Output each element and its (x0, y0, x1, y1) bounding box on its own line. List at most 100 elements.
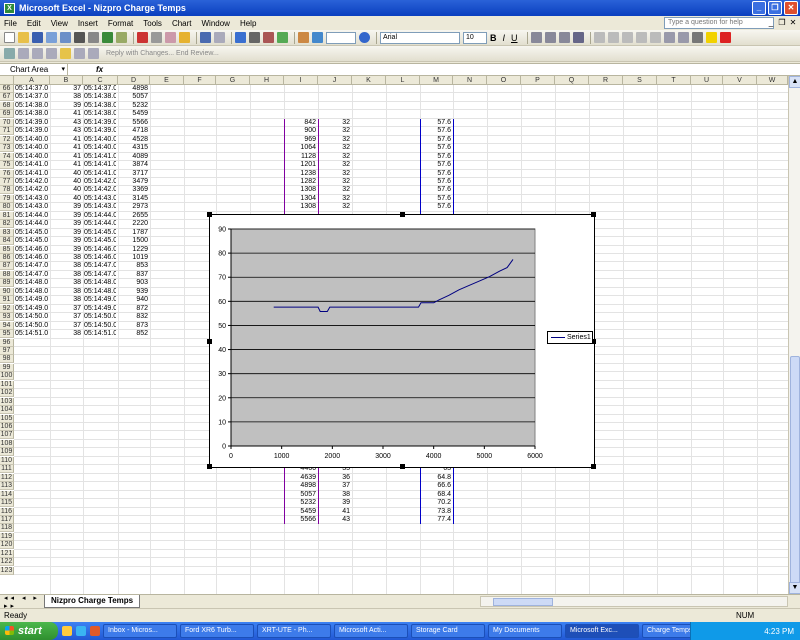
row-header[interactable]: 80 (0, 203, 14, 212)
column-header-b[interactable]: B (50, 76, 83, 85)
table-cell[interactable]: 05:14:51.0 (15, 330, 48, 338)
table-cell[interactable]: 05:14:49.0 (15, 305, 48, 313)
italic-button[interactable]: I (503, 33, 506, 43)
table-cell[interactable]: 32 (319, 144, 350, 152)
select-all-corner[interactable] (0, 76, 14, 85)
table-cell[interactable]: 38 (51, 262, 81, 270)
chart-resize-handle[interactable] (207, 339, 212, 344)
table-cell[interactable]: 837 (119, 271, 148, 279)
table-cell[interactable]: 05:14:39.0 (84, 119, 116, 127)
table-cell[interactable]: 05:14:46.0 (84, 246, 116, 254)
table-cell[interactable]: 37 (319, 482, 350, 490)
table-cell[interactable]: 05:14:40.0 (15, 136, 48, 144)
menu-file[interactable]: File (4, 19, 17, 28)
menu-format[interactable]: Format (108, 19, 133, 28)
horizontal-scroll-thumb[interactable] (493, 598, 553, 606)
column-header-l[interactable]: L (386, 76, 420, 85)
table-cell[interactable]: 05:14:48.0 (15, 288, 48, 296)
column-header-v[interactable]: V (723, 76, 757, 85)
chart-resize-handle[interactable] (207, 212, 212, 217)
table-cell[interactable]: 05:14:46.0 (15, 254, 48, 262)
align-right-icon[interactable] (558, 32, 570, 43)
table-cell[interactable]: 5057 (119, 93, 148, 101)
table-cell[interactable]: 05:14:47.0 (84, 271, 116, 279)
table-cell[interactable]: 842 (285, 119, 316, 127)
menu-insert[interactable]: Insert (78, 19, 98, 28)
bold-button[interactable]: B (490, 33, 497, 43)
quicklaunch-browser-icon[interactable] (76, 626, 86, 636)
new-icon[interactable] (4, 32, 15, 43)
table-cell[interactable]: 4898 (119, 85, 148, 93)
column-header-d[interactable]: D (118, 76, 150, 85)
table-cell[interactable]: 05:14:43.0 (84, 195, 116, 203)
doc-restore-button[interactable]: ❐ (777, 17, 787, 28)
row-header[interactable]: 108 (0, 439, 14, 448)
permission-icon[interactable] (46, 32, 57, 43)
copy-icon[interactable] (151, 32, 162, 43)
align-center-icon[interactable] (544, 32, 556, 43)
help-search-input[interactable]: Type a question for help (664, 17, 774, 29)
column-header-g[interactable]: G (216, 76, 250, 85)
table-cell[interactable]: 05:14:38.0 (84, 93, 116, 101)
task-microsoft-activesync[interactable]: Microsoft Acti... (334, 624, 408, 638)
font-select[interactable]: Arial (380, 31, 460, 44)
sort-descending-icon[interactable] (277, 32, 288, 43)
table-cell[interactable]: 939 (119, 288, 148, 296)
table-cell[interactable]: 05:14:41.0 (84, 170, 116, 178)
table-cell[interactable]: 39 (51, 203, 81, 211)
column-header-w[interactable]: W (757, 76, 788, 85)
table-cell[interactable]: 57.6 (421, 153, 451, 161)
row-header[interactable]: 97 (0, 346, 14, 355)
row-header[interactable]: 87 (0, 262, 14, 271)
vertical-scroll-thumb[interactable] (790, 356, 800, 586)
table-cell[interactable]: 05:14:40.0 (15, 144, 48, 152)
table-cell[interactable]: 4639 (285, 474, 316, 482)
scroll-up-icon[interactable]: ▲ (789, 76, 800, 88)
table-cell[interactable]: 05:14:39.0 (84, 127, 116, 135)
row-header[interactable]: 86 (0, 254, 14, 262)
table-cell[interactable]: 5232 (119, 102, 148, 110)
table-cell[interactable]: 39 (51, 220, 81, 228)
task-xrt-ute[interactable]: XRT-UTE - Ph... (257, 624, 331, 638)
track-changes-icon[interactable] (88, 48, 99, 59)
outdent-icon[interactable] (677, 32, 689, 43)
table-cell[interactable]: 852 (119, 330, 148, 338)
column-header-c[interactable]: C (83, 76, 118, 85)
column-header-a[interactable]: A (14, 76, 50, 85)
table-cell[interactable]: 37 (51, 305, 81, 313)
row-header[interactable]: 94 (0, 321, 14, 330)
table-cell[interactable]: 832 (119, 313, 148, 321)
previous-comment-icon[interactable] (18, 48, 29, 59)
print-icon[interactable] (74, 32, 85, 43)
chart-resize-handle[interactable] (207, 464, 212, 469)
table-cell[interactable]: 05:14:39.0 (15, 119, 48, 127)
table-cell[interactable]: 41 (51, 110, 81, 118)
table-cell[interactable]: 37 (51, 322, 81, 330)
table-cell[interactable]: 873 (119, 322, 148, 330)
table-cell[interactable]: 1238 (285, 170, 316, 178)
row-header[interactable]: 84 (0, 237, 14, 246)
table-cell[interactable]: 05:14:50.0 (15, 313, 48, 321)
row-header[interactable]: 119 (0, 532, 14, 541)
chart-resize-handle[interactable] (591, 212, 596, 217)
row-header[interactable]: 83 (0, 228, 14, 237)
table-cell[interactable]: 903 (119, 279, 148, 287)
table-cell[interactable]: 853 (119, 262, 148, 270)
table-cell[interactable]: 32 (319, 161, 350, 169)
table-cell[interactable]: 40 (51, 195, 81, 203)
table-cell[interactable]: 05:14:41.0 (84, 153, 116, 161)
table-cell[interactable]: 5459 (285, 508, 316, 516)
table-cell[interactable]: 1304 (285, 195, 316, 203)
row-header[interactable]: 98 (0, 355, 14, 364)
table-cell[interactable]: 4089 (119, 153, 148, 161)
column-header-m[interactable]: M (420, 76, 453, 85)
menu-help[interactable]: Help (240, 19, 256, 28)
row-header[interactable]: 123 (0, 566, 14, 575)
zoom-select[interactable] (326, 31, 356, 44)
table-cell[interactable]: 05:14:43.0 (15, 203, 48, 211)
table-cell[interactable]: 38 (51, 296, 81, 304)
table-cell[interactable]: 05:14:37.0 (15, 85, 48, 93)
table-cell[interactable]: 1229 (119, 246, 148, 254)
table-cell[interactable]: 05:14:44.0 (84, 212, 116, 220)
table-cell[interactable]: 05:14:44.0 (15, 212, 48, 220)
